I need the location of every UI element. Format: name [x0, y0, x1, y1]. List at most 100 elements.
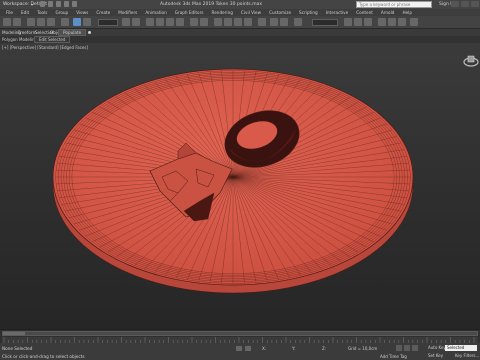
- tab-populate[interactable]: Populate: [58, 29, 87, 36]
- tab-freeform[interactable]: Freeform: [18, 30, 37, 35]
- menu-scripting[interactable]: Scripting: [299, 10, 318, 15]
- menu-animation[interactable]: Animation: [145, 10, 166, 15]
- menu-civil-view[interactable]: Civil View: [241, 10, 261, 15]
- playback-controls: [396, 345, 418, 351]
- time-slider[interactable]: [2, 331, 478, 336]
- time-slider-thumb[interactable]: [3, 332, 25, 335]
- named-selection-icon[interactable]: [258, 18, 266, 26]
- absolute-mode-icon[interactable]: [245, 346, 251, 351]
- lock-selection-icon[interactable]: [236, 346, 242, 351]
- menu-group[interactable]: Group: [55, 10, 68, 15]
- prompt-line: Click or click-and-drag to select object…: [2, 354, 85, 359]
- menu-content[interactable]: Content: [356, 10, 373, 15]
- menu-customize[interactable]: Customize: [269, 10, 291, 15]
- render-setup-icon[interactable]: [378, 18, 386, 26]
- menu-rendering[interactable]: Rendering: [212, 10, 233, 15]
- open-file-icon[interactable]: [48, 1, 53, 7]
- quick-access-toolbar: [40, 1, 77, 7]
- pivot-center-icon[interactable]: [200, 18, 208, 26]
- go-to-start-icon[interactable]: [396, 345, 402, 351]
- perspective-viewport[interactable]: [+] [Perspective] [Standard] [Edged Face…: [0, 43, 480, 329]
- undo-icon[interactable]: [3, 18, 11, 26]
- menu-edit[interactable]: Edit: [21, 10, 29, 15]
- rectangular-selection-icon[interactable]: [122, 18, 130, 26]
- snaps-toggle-icon[interactable]: [214, 18, 222, 26]
- menu-file[interactable]: File: [6, 10, 13, 15]
- menu-graph-editors[interactable]: Graph Editors: [175, 10, 204, 15]
- named-selection-dropdown[interactable]: [312, 19, 338, 26]
- viewport-scene[interactable]: [0, 43, 480, 329]
- align-icon[interactable]: [280, 18, 288, 26]
- ribbon-panel: Polygon Modeling Edit Selected: [0, 36, 480, 43]
- auto-key-button[interactable]: Auto Key: [428, 345, 446, 350]
- scale-icon[interactable]: [166, 18, 174, 26]
- material-editor-icon[interactable]: [364, 18, 372, 26]
- schematic-view-icon[interactable]: [354, 18, 362, 26]
- menu-help[interactable]: Help: [402, 10, 412, 15]
- window-crossing-icon[interactable]: [132, 18, 140, 26]
- redo-icon[interactable]: [13, 18, 21, 26]
- select-object-icon[interactable]: [73, 18, 81, 26]
- new-scene-icon[interactable]: [40, 1, 45, 7]
- status-icons: [236, 346, 251, 351]
- reference-coordinate-icon[interactable]: [190, 18, 198, 26]
- save-file-icon[interactable]: [56, 1, 61, 7]
- menu-modifiers[interactable]: Modifiers: [118, 10, 137, 15]
- selection-status: None Selected: [2, 346, 33, 351]
- search-box[interactable]: [356, 1, 432, 8]
- maximize-button[interactable]: [461, 1, 469, 7]
- key-filters-button[interactable]: Key Filters...: [455, 353, 479, 358]
- menu-arnold[interactable]: Arnold: [381, 10, 395, 15]
- grid-size-label: Grid = 10,0cm: [348, 346, 378, 351]
- go-to-end-icon[interactable]: [412, 345, 418, 351]
- move-icon[interactable]: [146, 18, 154, 26]
- ribbon: Modeling Freeform Selection Object Paint…: [0, 29, 480, 36]
- rendered-frame-icon[interactable]: [388, 18, 396, 26]
- undo-icon[interactable]: [64, 1, 69, 7]
- percent-snap-icon[interactable]: [234, 18, 242, 26]
- token-mesh[interactable]: [52, 68, 414, 294]
- main-toolbar: [0, 16, 480, 29]
- menu-create[interactable]: Create: [96, 10, 110, 15]
- render-online-icon[interactable]: [410, 18, 418, 26]
- viewport-label[interactable]: [+] [Perspective] [Standard] [Edged Face…: [2, 45, 88, 50]
- menu-bar: File Edit Tools Group Views Create Modif…: [0, 9, 480, 16]
- mirror-icon[interactable]: [270, 18, 278, 26]
- add-time-tag-button[interactable]: Add Time Tag: [380, 354, 407, 359]
- play-icon[interactable]: [404, 345, 410, 351]
- select-by-name-icon[interactable]: [83, 18, 91, 26]
- window-title: Autodesk 3ds Max 2019 Token 30 points.ma…: [160, 2, 263, 7]
- time-slider-area: [0, 329, 480, 343]
- polygon-modeling-panel[interactable]: Polygon Modeling: [2, 37, 37, 42]
- menu-tools[interactable]: Tools: [37, 10, 47, 15]
- set-key-button[interactable]: Set Key: [428, 353, 443, 358]
- link-icon[interactable]: [27, 18, 35, 26]
- placement-icon[interactable]: [176, 18, 184, 26]
- ribbon-options-icon[interactable]: [88, 31, 91, 34]
- viewcube-icon[interactable]: [463, 53, 479, 69]
- rotate-icon[interactable]: [156, 18, 164, 26]
- edit-selected-panel[interactable]: Edit Selected: [34, 36, 71, 43]
- minimize-button[interactable]: [451, 1, 459, 7]
- render-production-icon[interactable]: [398, 18, 406, 26]
- spinner-snap-icon[interactable]: [244, 18, 252, 26]
- y-coordinate-label: Y:: [292, 346, 296, 351]
- title-bar: Workspace: Default ▾ Autodesk 3ds Max 20…: [0, 0, 480, 9]
- selection-filter-icon[interactable]: [61, 18, 69, 26]
- menu-views[interactable]: Views: [76, 10, 88, 15]
- close-button[interactable]: [471, 1, 479, 7]
- redo-icon[interactable]: [72, 1, 77, 7]
- search-input[interactable]: [357, 2, 431, 7]
- menu-interactive[interactable]: Interactive: [326, 10, 349, 15]
- key-selection-dropdown[interactable]: Selected: [445, 345, 477, 351]
- window-controls: [451, 1, 479, 7]
- x-coordinate-label: X:: [262, 346, 267, 351]
- selection-filter-dropdown[interactable]: [98, 19, 118, 26]
- z-coordinate-label: Z:: [322, 346, 327, 351]
- bind-space-warp-icon[interactable]: [47, 18, 55, 26]
- chevron-down-icon[interactable]: ▾: [31, 2, 33, 7]
- angle-snap-icon[interactable]: [224, 18, 232, 26]
- layer-explorer-icon[interactable]: [294, 18, 302, 26]
- curve-editor-icon[interactable]: [344, 18, 352, 26]
- unlink-icon[interactable]: [37, 18, 45, 26]
